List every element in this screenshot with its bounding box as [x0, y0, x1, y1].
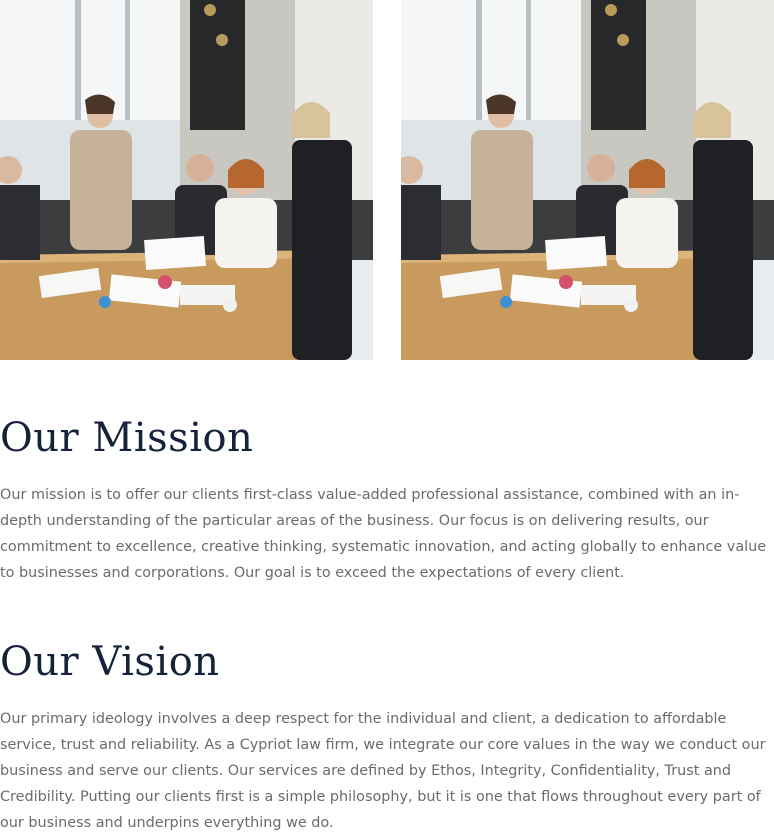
page: Our Mission Our mission is to offer our … [0, 0, 774, 834]
mission-heading: Our Mission [0, 415, 254, 461]
meeting-photo-right [401, 0, 774, 360]
mission-paragraph: Our mission is to offer our clients firs… [0, 487, 767, 581]
meeting-photo-left [0, 0, 373, 360]
meeting-illustration [0, 0, 373, 360]
meeting-illustration [401, 0, 774, 360]
photo-gallery [0, 0, 774, 360]
vision-paragraph: Our primary ideology involves a deep res… [0, 711, 766, 831]
vision-heading: Our Vision [0, 639, 220, 685]
